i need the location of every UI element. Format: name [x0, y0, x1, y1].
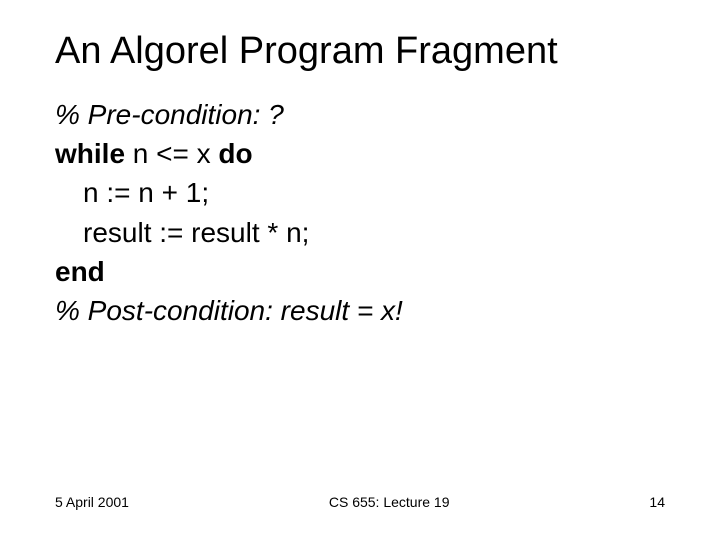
slide: An Algorel Program Fragment % Pre-condit…	[0, 0, 720, 540]
pre-condition: % Pre-condition: ?	[55, 95, 665, 134]
post-condition: % Post-condition: result = x!	[55, 291, 665, 330]
footer-course: CS 655: Lecture 19	[129, 494, 649, 510]
statement-1: n := n + 1;	[55, 173, 665, 212]
footer: 5 April 2001 CS 655: Lecture 19 14	[0, 494, 720, 510]
do-keyword: do	[218, 138, 252, 169]
slide-title: An Algorel Program Fragment	[55, 30, 665, 73]
footer-date: 5 April 2001	[55, 494, 129, 510]
while-keyword: while	[55, 138, 125, 169]
statement-2: result := result * n;	[55, 213, 665, 252]
while-condition: n <= x	[125, 138, 218, 169]
slide-body: % Pre-condition: ? while n <= x do n := …	[55, 95, 665, 330]
end-keyword: end	[55, 252, 665, 291]
while-line: while n <= x do	[55, 134, 665, 173]
footer-page: 14	[649, 494, 665, 510]
